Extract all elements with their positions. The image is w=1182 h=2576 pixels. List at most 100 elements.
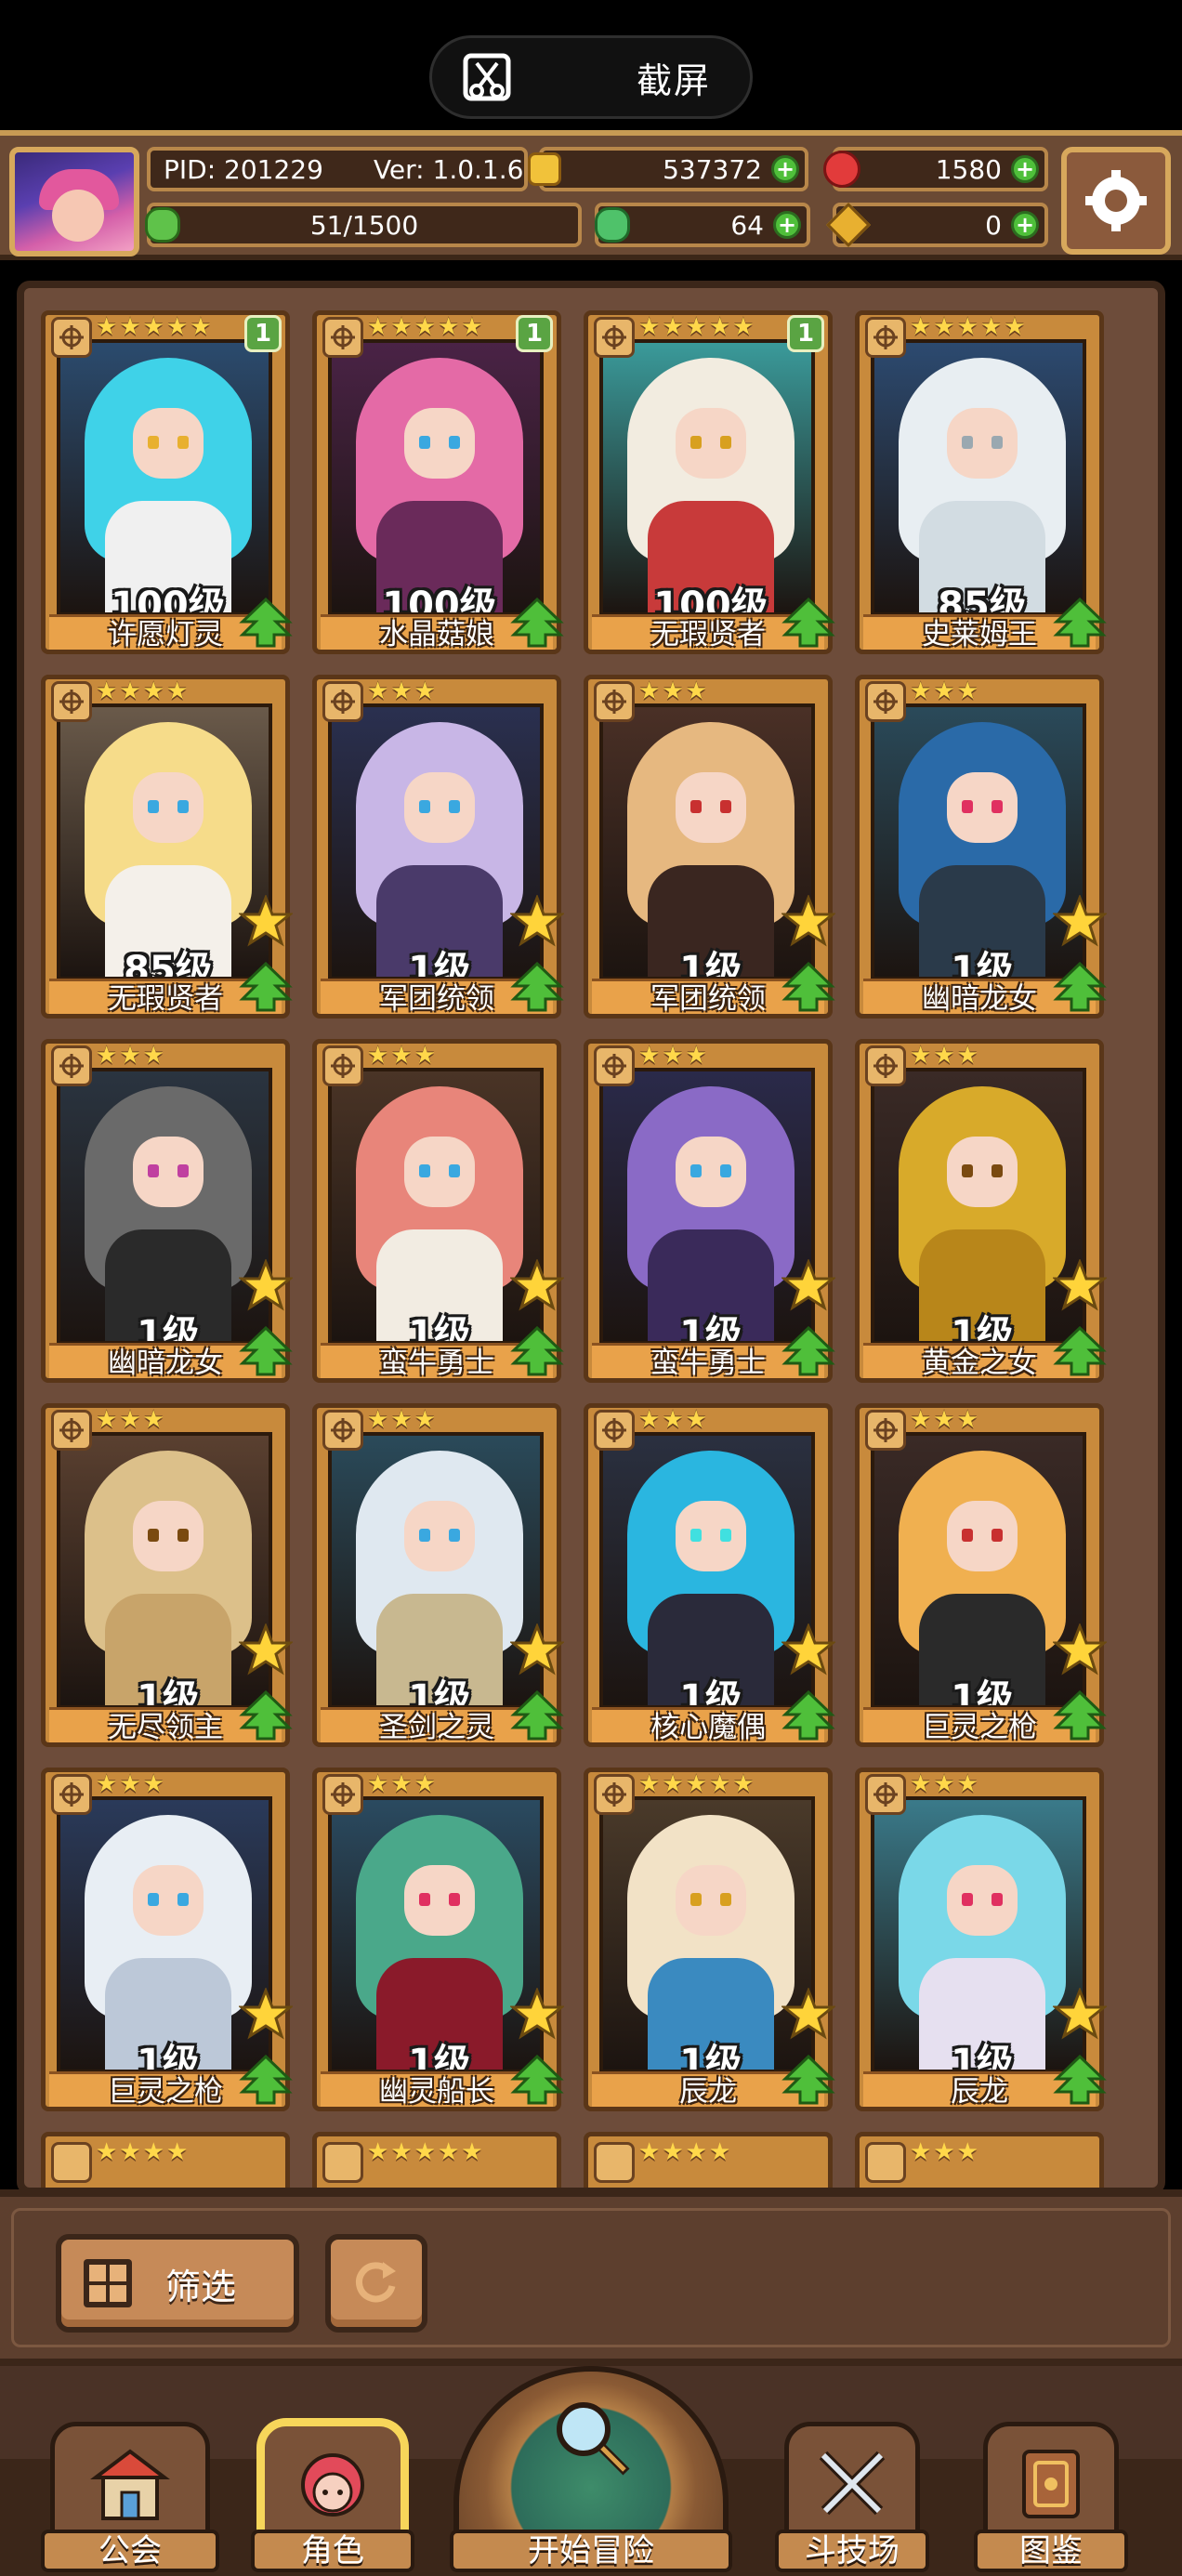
hero-card-partial[interactable]: ★ ★ ★ ★: [584, 2132, 833, 2188]
hero-card[interactable]: 85级 ★ ★ ★ ★ 无瑕贤者: [41, 675, 293, 1019]
hero-card[interactable]: 1级 ★ ★ ★ 幽暗龙女: [41, 1039, 293, 1383]
upgrade-arrow-icon[interactable]: [510, 1690, 564, 1741]
nav-adventure-label: 开始冒险: [450, 2530, 732, 2572]
count-badge: 1: [787, 315, 824, 352]
upgrade-arrow-icon[interactable]: [781, 1690, 835, 1741]
add-gold-button[interactable]: +: [771, 155, 799, 183]
class-emblem-icon: [594, 317, 635, 358]
class-emblem-icon: [865, 2142, 906, 2183]
rank-star-icon: [781, 1259, 835, 1311]
upgrade-arrow-icon[interactable]: [781, 598, 835, 648]
star-icon: ★: [390, 1042, 413, 1070]
upgrade-arrow-icon[interactable]: [1053, 962, 1107, 1012]
hero-card[interactable]: 1级 ★ ★ ★ 辰龙: [855, 1768, 1107, 2111]
star-icon: ★: [662, 1770, 684, 1798]
hero-card[interactable]: 1级 ★ ★ ★ 圣剑之灵: [312, 1403, 564, 1747]
star-icon: ★: [933, 1770, 955, 1798]
star-icon: ★: [414, 1406, 436, 1434]
star-icon: ★: [662, 2138, 684, 2166]
upgrade-arrow-icon[interactable]: [239, 1326, 293, 1376]
star-icon: ★: [662, 313, 684, 341]
upgrade-arrow-icon[interactable]: [239, 1690, 293, 1741]
add-gem-button[interactable]: +: [1011, 155, 1039, 183]
clover-box: 64 +: [595, 203, 810, 247]
hero-card-partial[interactable]: ★ ★ ★: [855, 2132, 1104, 2188]
add-key-button[interactable]: +: [1011, 211, 1039, 239]
clover-amount: 64: [730, 209, 764, 241]
class-emblem-icon: [865, 1774, 906, 1815]
hero-card[interactable]: 100级 ★ ★ ★ ★ ★ 1 无瑕贤者: [584, 310, 835, 654]
rarity-stars: ★ ★ ★: [367, 1042, 436, 1070]
nav-adventure[interactable]: 开始冒险: [450, 2366, 732, 2576]
upgrade-arrow-icon[interactable]: [239, 962, 293, 1012]
rarity-stars: ★ ★ ★ ★ ★: [638, 1770, 755, 1798]
nav-codex[interactable]: 图鉴: [974, 2390, 1128, 2576]
star-icon: ★: [142, 677, 164, 705]
star-icon: ★: [414, 677, 436, 705]
filter-button[interactable]: 筛选: [56, 2234, 299, 2333]
hero-card[interactable]: 85级 ★ ★ ★ ★ ★ 史莱姆王: [855, 310, 1107, 654]
star-icon: ★: [367, 1406, 389, 1434]
upgrade-arrow-icon[interactable]: [510, 598, 564, 648]
hero-card[interactable]: 100级 ★ ★ ★ ★ ★ 1 水晶菇娘: [312, 310, 564, 654]
version-text: Ver: 1.0.1.6: [373, 153, 524, 185]
hero-roster[interactable]: 100级 ★ ★ ★ ★ ★ 1 许愿灯灵 100级 ★ ★ ★ ★ ★ 1 水晶菇娘 100级 ★ ★ ★ ★ ★ 1 无瑕…: [17, 281, 1165, 2195]
star-icon: ★: [685, 313, 707, 341]
add-clover-button[interactable]: +: [773, 211, 801, 239]
rarity-stars: ★ ★ ★ ★ ★: [96, 313, 212, 341]
upgrade-arrow-icon[interactable]: [510, 2055, 564, 2105]
hero-card[interactable]: 1级 ★ ★ ★ 蛮牛勇士: [584, 1039, 835, 1383]
hero-card[interactable]: 1级 ★ ★ ★ 蛮牛勇士: [312, 1039, 564, 1383]
upgrade-arrow-icon[interactable]: [781, 1326, 835, 1376]
hero-card-partial[interactable]: ★ ★ ★ ★: [41, 2132, 290, 2188]
screenshot-button[interactable]: 截屏: [429, 35, 753, 119]
upgrade-arrow-icon[interactable]: [1053, 1690, 1107, 1741]
hero-card[interactable]: 1级 ★ ★ ★ 巨灵之枪: [855, 1403, 1107, 1747]
hero-card[interactable]: 1级 ★ ★ ★ ★ ★ 辰龙: [584, 1768, 835, 2111]
hero-card[interactable]: 1级 ★ ★ ★ 巨灵之枪: [41, 1768, 293, 2111]
nav-codex-label: 图鉴: [974, 2530, 1128, 2572]
hero-card[interactable]: 1级 ★ ★ ★ 核心魔偶: [584, 1403, 835, 1747]
star-icon: ★: [119, 1406, 141, 1434]
star-icon: ★: [96, 313, 118, 341]
nav-character[interactable]: 角色: [251, 2390, 414, 2576]
star-icon: ★: [367, 313, 389, 341]
book-icon: [1022, 2450, 1080, 2518]
class-emblem-icon: [322, 1774, 363, 1815]
hero-card[interactable]: 1级 ★ ★ ★ 幽暗龙女: [855, 675, 1107, 1019]
upgrade-arrow-icon[interactable]: [239, 598, 293, 648]
rarity-stars: ★ ★ ★ ★: [96, 2138, 188, 2166]
upgrade-arrow-icon[interactable]: [781, 962, 835, 1012]
star-icon: ★: [910, 677, 932, 705]
hero-card-partial[interactable]: ★ ★ ★ ★ ★: [312, 2132, 561, 2188]
star-icon: ★: [414, 2138, 436, 2166]
upgrade-arrow-icon[interactable]: [1053, 1326, 1107, 1376]
star-icon: ★: [96, 1042, 118, 1070]
upgrade-arrow-icon[interactable]: [1053, 2055, 1107, 2105]
nav-guild[interactable]: 公会: [41, 2390, 219, 2576]
star-icon: ★: [685, 2138, 707, 2166]
upgrade-arrow-icon[interactable]: [510, 1326, 564, 1376]
star-icon: ★: [437, 313, 460, 341]
upgrade-arrow-icon[interactable]: [239, 2055, 293, 2105]
rank-star-icon: [781, 1988, 835, 2040]
hero-card[interactable]: 1级 ★ ★ ★ 无尽领主: [41, 1403, 293, 1747]
upgrade-arrow-icon[interactable]: [510, 962, 564, 1012]
hero-card[interactable]: 1级 ★ ★ ★ 黄金之女: [855, 1039, 1107, 1383]
upgrade-arrow-icon[interactable]: [1053, 598, 1107, 648]
rank-star-icon: [510, 895, 564, 947]
star-icon: ★: [390, 1406, 413, 1434]
rarity-stars: ★ ★ ★: [367, 1406, 436, 1434]
hero-card[interactable]: 1级 ★ ★ ★ 军团统领: [312, 675, 564, 1019]
settings-button[interactable]: [1061, 147, 1171, 255]
player-avatar[interactable]: [9, 147, 139, 256]
hero-card[interactable]: 1级 ★ ★ ★ 军团统领: [584, 675, 835, 1019]
upgrade-arrow-icon[interactable]: [781, 2055, 835, 2105]
star-icon: ★: [119, 2138, 141, 2166]
class-emblem-icon: [594, 1410, 635, 1451]
nav-arena[interactable]: 斗技场: [775, 2390, 929, 2576]
hero-card[interactable]: 1级 ★ ★ ★ 幽灵船长: [312, 1768, 564, 2111]
hero-card[interactable]: 100级 ★ ★ ★ ★ ★ 1 许愿灯灵: [41, 310, 293, 654]
clover-icon: [595, 207, 630, 243]
reset-button[interactable]: [325, 2234, 427, 2333]
